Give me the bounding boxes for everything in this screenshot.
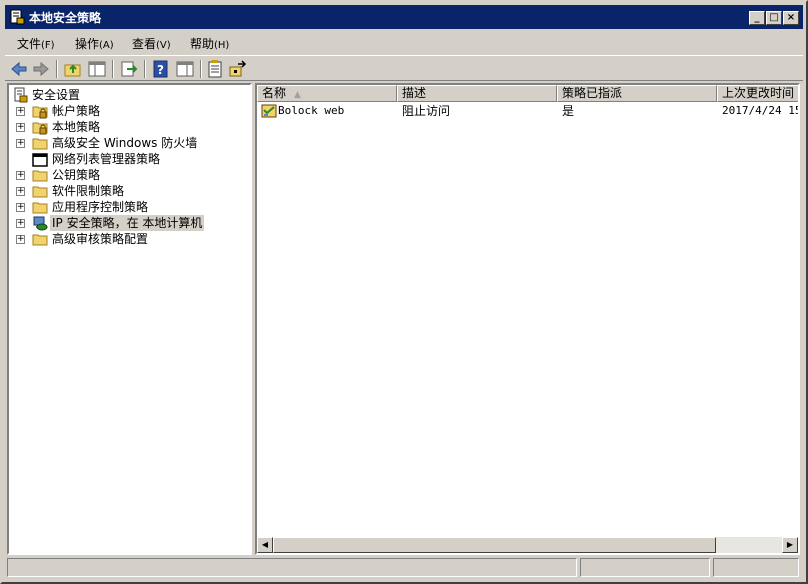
help-button[interactable]: ? — [151, 59, 171, 79]
action-pane-icon — [176, 61, 194, 77]
console-tree-icon — [88, 61, 106, 77]
status-panel-tertiary — [713, 558, 799, 577]
tree-label: 软件限制策略 — [52, 184, 125, 198]
close-button[interactable]: × — [783, 11, 799, 25]
column-header-description[interactable]: 描述 — [397, 85, 557, 102]
show-hide-tree-button[interactable] — [87, 59, 107, 79]
folder-icon — [32, 167, 48, 183]
toolbar-separator — [56, 60, 58, 78]
ip-policy-icon — [229, 60, 247, 77]
list-cell-assigned: 是 — [562, 104, 575, 118]
tree-label: 应用程序控制策略 — [52, 200, 149, 214]
toolbar: ? — [5, 55, 803, 81]
app-icon — [9, 9, 25, 25]
status-panel-secondary — [580, 558, 710, 577]
column-header-assigned[interactable]: 策略已指派 — [557, 85, 717, 102]
tree-label: 高级审核策略配置 — [52, 232, 149, 246]
folder-icon — [32, 231, 48, 247]
tree-label: 安全设置 — [32, 88, 81, 102]
column-header-name[interactable]: 名称 ▲ — [257, 85, 397, 102]
title-bar[interactable]: 本地安全策略 _ □ × — [5, 5, 803, 29]
menu-action[interactable]: 操作(A) — [75, 35, 114, 52]
ip-policy-item-icon — [261, 103, 279, 119]
manage-filter-lists-button[interactable] — [205, 59, 225, 79]
expand-icon[interactable]: + — [16, 139, 25, 148]
tree-label: 本地策略 — [52, 120, 101, 134]
folder-lock-icon — [32, 119, 48, 135]
folder-icon — [32, 183, 48, 199]
back-arrow-icon — [11, 61, 27, 77]
expand-icon[interactable]: + — [16, 187, 25, 196]
toolbar-separator — [144, 60, 146, 78]
expand-icon[interactable]: + — [16, 107, 25, 116]
export-icon — [121, 61, 138, 77]
console-tree[interactable]: 安全设置 + 帐户策略 + 本地策略 + 高级安全 Windows 防火墙 网络… — [7, 83, 252, 555]
list-cell-name: Bolock web — [278, 104, 345, 117]
tree-label: 网络列表管理器策略 — [52, 152, 161, 166]
forward-button[interactable] — [31, 59, 51, 79]
menu-bar: 文件(F) 操作(A) 查看(V) 帮助(H) — [5, 31, 803, 53]
list-cell-modified: 2017/4/24 15: — [722, 104, 798, 117]
tree-label: 帐户策略 — [52, 104, 101, 118]
back-button[interactable] — [9, 59, 29, 79]
scroll-thumb[interactable] — [273, 537, 716, 553]
window-title: 本地安全策略 — [29, 11, 102, 25]
scroll-right-button[interactable]: ▶ — [782, 537, 798, 553]
new-ip-policy-button[interactable] — [228, 59, 248, 79]
sort-ascending-icon: ▲ — [294, 90, 301, 100]
scroll-left-button[interactable]: ◀ — [257, 537, 273, 553]
folder-up-icon — [64, 64, 81, 77]
minimize-button[interactable]: _ — [749, 11, 765, 25]
tree-label: IP 安全策略，在 本地计算机 — [50, 215, 205, 231]
svg-text:?: ? — [157, 63, 164, 77]
tree-label: 公钥策略 — [52, 168, 101, 182]
expand-icon[interactable]: + — [16, 123, 25, 132]
main-window: 本地安全策略 _ □ × 文件(F) 操作(A) 查看(V) 帮助(H) ? 安… — [0, 0, 808, 584]
maximize-button[interactable]: □ — [766, 11, 782, 25]
help-icon: ? — [153, 60, 168, 78]
filter-list-icon — [208, 60, 222, 78]
toolbar-separator — [112, 60, 114, 78]
menu-view[interactable]: 查看(V) — [132, 35, 171, 52]
tree-label: 高级安全 Windows 防火墙 — [52, 136, 198, 150]
column-header-modified[interactable]: 上次更改时间 — [717, 85, 798, 102]
expand-icon[interactable]: + — [16, 171, 25, 180]
expand-icon[interactable]: + — [16, 235, 25, 244]
forward-arrow-icon — [33, 61, 49, 77]
horizontal-scrollbar[interactable]: ◀ ▶ — [257, 537, 798, 553]
status-bar — [5, 557, 803, 579]
folder-icon — [32, 199, 48, 215]
list-cell-description: 阻止访问 — [402, 104, 451, 118]
expand-icon[interactable]: + — [16, 203, 25, 212]
details-list[interactable]: 名称 ▲ 描述 策略已指派 上次更改时间 Bolock web 阻止访问 是 20… — [255, 83, 800, 555]
toolbar-separator — [200, 60, 202, 78]
expand-icon[interactable]: + — [16, 219, 25, 228]
ip-security-icon — [32, 215, 48, 231]
menu-help[interactable]: 帮助(H) — [190, 35, 229, 52]
menu-file[interactable]: 文件(F) — [17, 35, 55, 52]
folder-icon — [32, 151, 48, 167]
folder-icon — [32, 135, 48, 151]
export-list-button[interactable] — [119, 59, 139, 79]
folder-lock-icon — [32, 103, 48, 119]
up-one-level-button[interactable] — [63, 59, 83, 79]
status-panel-main — [7, 558, 577, 577]
show-hide-action-pane-button[interactable] — [175, 59, 195, 79]
security-settings-icon — [13, 87, 29, 103]
